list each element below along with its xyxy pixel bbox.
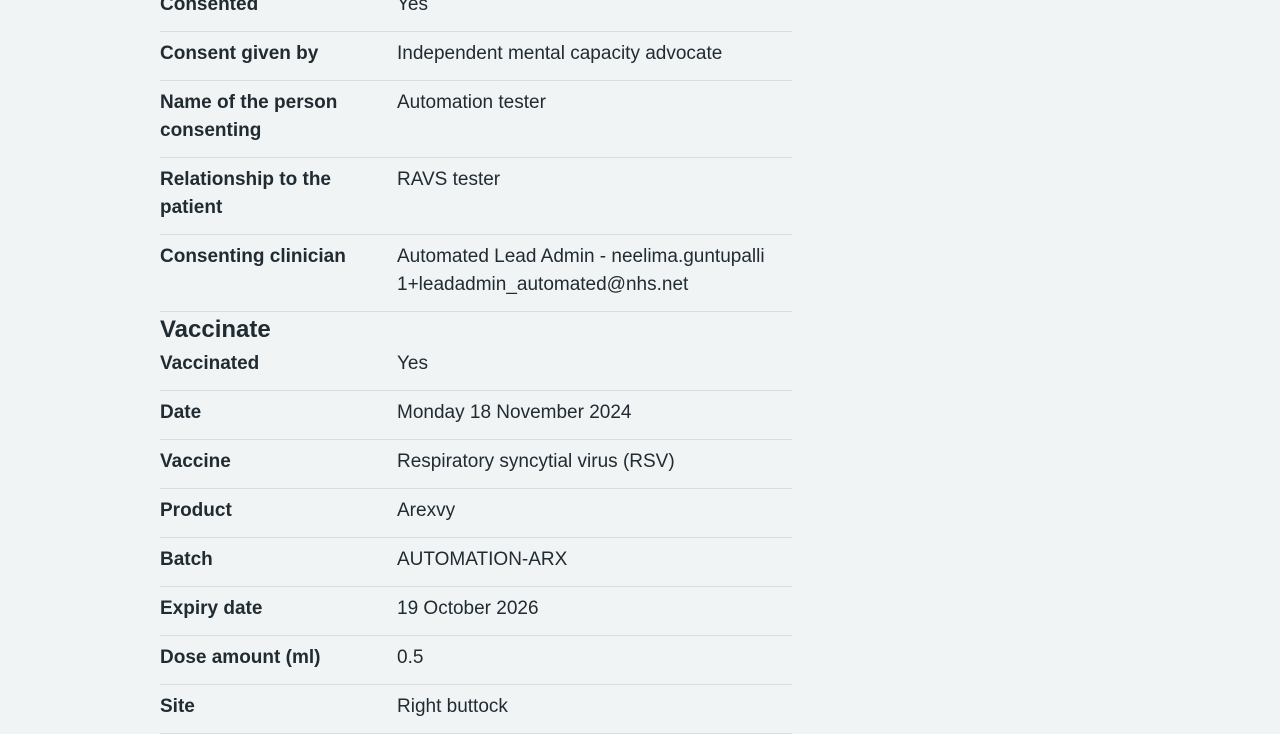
summary-row-vaccine: Vaccine Respiratory syncytial virus (RSV… [160,440,792,489]
summary-row-consent-given-by: Consent given by Independent mental capa… [160,32,792,81]
summary-row-site: Site Right buttock [160,685,792,734]
summary-row-product: Product Arexvy [160,489,792,538]
summary-row-dose-amount: Dose amount (ml) 0.5 [160,636,792,685]
summary-value: Yes [397,353,428,374]
summary-value: Right buttock [397,696,508,717]
summary-value: RAVS tester [397,169,501,190]
summary-value: 19 October 2026 [397,598,539,619]
summary-value: Monday 18 November 2024 [397,402,632,423]
summary-value: Automated Lead Admin - neelima.guntupall… [397,246,765,295]
summary-key: Consenting clinician [160,246,346,267]
summary-row-batch: Batch AUTOMATION-ARX [160,538,792,587]
summary-key: Dose amount (ml) [160,647,321,668]
summary-value: 0.5 [397,647,424,668]
summary-row-name-of-person-consenting: Name of the person consenting Automation… [160,81,792,158]
vaccinate-heading: Vaccinate [160,316,271,343]
summary-value: Independent mental capacity advocate [397,43,723,64]
summary-key: Vaccine [160,451,231,472]
summary-key: Date [160,402,202,423]
check-answers-page: Consented Yes Consent given by Independe… [160,0,792,734]
summary-key: Vaccinated [160,353,260,374]
summary-key: Consent given by [160,43,319,64]
summary-key: Consented [160,0,259,15]
summary-row-date: Date Monday 18 November 2024 [160,391,792,440]
summary-row-consented: Consented Yes [160,0,792,32]
summary-row-consenting-clinician: Consenting clinician Automated Lead Admi… [160,235,792,312]
summary-key: Expiry date [160,598,263,619]
summary-row-relationship-to-patient: Relationship to the patient RAVS tester [160,158,792,235]
summary-key: Site [160,696,195,717]
summary-key: Product [160,500,232,521]
summary-key: Name of the person consenting [160,92,338,141]
summary-row-expiry-date: Expiry date 19 October 2026 [160,587,792,636]
summary-value: Respiratory syncytial virus (RSV) [397,451,675,472]
summary-value: Arexvy [397,500,456,521]
summary-value: Yes [397,0,428,15]
summary-key: Batch [160,549,213,570]
summary-value: AUTOMATION-ARX [397,549,568,570]
summary-key: Relationship to the patient [160,169,331,218]
summary-value: Automation tester [397,92,546,113]
summary-row-vaccinated: Vaccinated Yes [160,346,792,391]
